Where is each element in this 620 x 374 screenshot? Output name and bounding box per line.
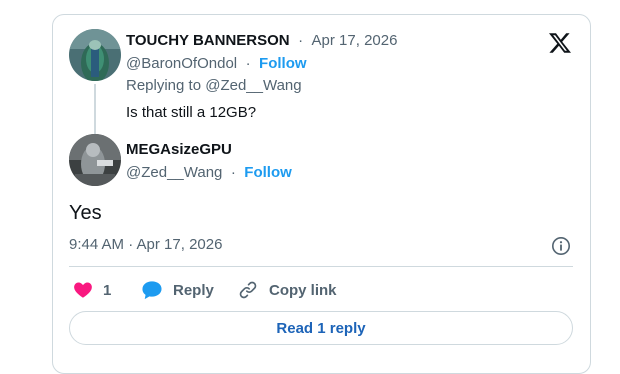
main-handle-row: @Zed__Wang · Follow <box>126 164 292 182</box>
parent-follow-link[interactable]: Follow <box>259 55 307 72</box>
copy-link-label: Copy link <box>269 281 337 299</box>
speech-bubble-icon <box>142 281 162 300</box>
divider <box>69 266 573 267</box>
like-button[interactable]: 1 <box>73 280 111 300</box>
copy-link-button[interactable]: Copy link <box>237 280 337 300</box>
parent-handle-separator: · <box>245 55 251 72</box>
link-icon <box>239 281 257 299</box>
replying-to-text[interactable]: Replying to @Zed__Wang <box>126 77 302 94</box>
thread-connector <box>94 84 96 134</box>
read-replies-button[interactable]: Read 1 reply <box>69 311 573 345</box>
parent-handle[interactable]: @BaronOfOndol <box>126 55 237 72</box>
main-handle-separator: · <box>230 164 236 181</box>
reply-button[interactable]: Reply <box>141 280 214 300</box>
x-logo-icon[interactable] <box>548 31 572 55</box>
like-count: 1 <box>103 281 112 299</box>
parent-display-name[interactable]: TOUCHY BANNERSON <box>126 32 290 49</box>
parent-date[interactable]: Apr 17, 2026 <box>312 32 398 49</box>
info-icon[interactable] <box>551 236 571 256</box>
parent-tweet-text: Is that still a 12GB? <box>126 104 257 121</box>
heart-icon <box>74 282 92 298</box>
parent-separator: · <box>298 32 304 49</box>
avatar-parent[interactable] <box>69 29 121 81</box>
tweet-timestamp[interactable]: 9:44 AM · Apr 17, 2026 <box>69 236 222 253</box>
main-handle[interactable]: @Zed__Wang <box>126 164 222 181</box>
main-display-name[interactable]: MEGAsizeGPU <box>126 141 232 158</box>
parent-header: TOUCHY BANNERSON · Apr 17, 2026 <box>126 32 397 50</box>
reply-label: Reply <box>173 281 214 299</box>
main-follow-link[interactable]: Follow <box>244 164 292 181</box>
read-replies-label: Read 1 reply <box>276 319 366 337</box>
avatar-main[interactable] <box>69 134 121 186</box>
main-tweet-text: Yes <box>69 202 102 224</box>
parent-handle-row: @BaronOfOndol · Follow <box>126 55 307 73</box>
